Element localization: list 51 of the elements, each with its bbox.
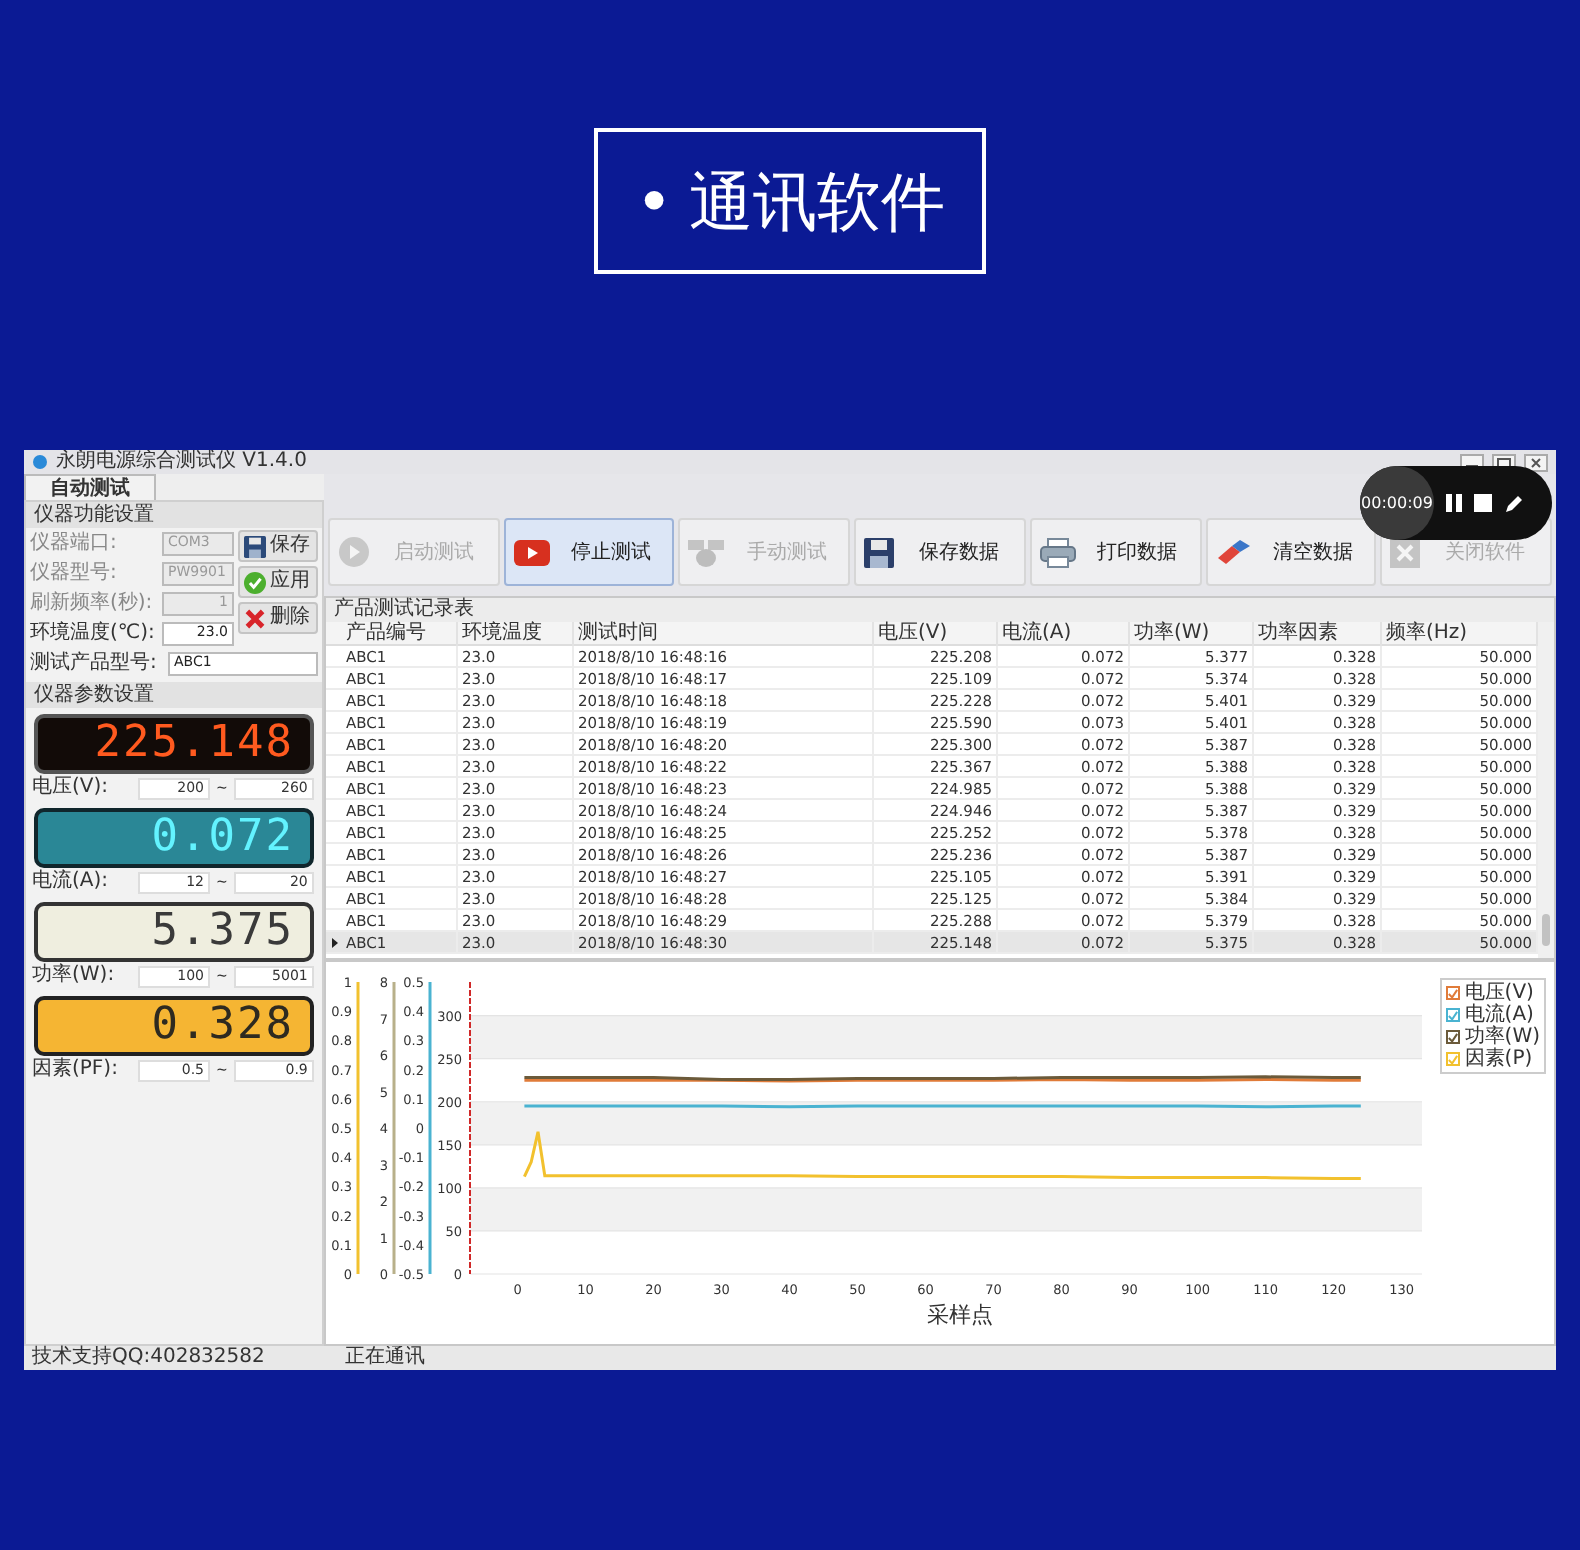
- cross-icon: [244, 607, 266, 629]
- status-text: 正在通讯: [344, 1346, 425, 1370]
- close-icon[interactable]: [1524, 453, 1548, 471]
- field-label: 环境温度(℃):: [30, 621, 157, 645]
- axis-title: 采样点: [926, 1302, 993, 1328]
- legend-label: 电压(V): [1464, 982, 1534, 1004]
- toolbar-button[interactable]: 停止测试: [503, 518, 675, 586]
- pencil-icon[interactable]: [1504, 493, 1524, 513]
- display-reading: 225.148: [94, 718, 294, 770]
- display-reading: 0.072: [151, 812, 294, 864]
- row-pointer-icon: [331, 938, 337, 948]
- display-reading: 5.375: [151, 906, 294, 958]
- printer-icon: [1039, 537, 1076, 567]
- recorder-time: 00:00:09: [1360, 466, 1434, 540]
- app-logo-icon: [32, 454, 48, 470]
- apply-button[interactable]: 应用: [238, 566, 318, 598]
- display-reading: 0.328: [151, 1000, 294, 1052]
- legend-label: 电流(A): [1464, 1004, 1534, 1026]
- delete-button[interactable]: 删除: [238, 602, 318, 634]
- pause-icon[interactable]: [1446, 494, 1462, 512]
- field-label: 仪器端口:: [30, 531, 119, 555]
- eraser-icon: [1215, 540, 1252, 564]
- range-label: 电流(A):: [32, 870, 111, 894]
- video-play-icon: [513, 539, 550, 565]
- scrollbar[interactable]: [1538, 622, 1554, 958]
- field-label: 仪器型号:: [30, 561, 119, 585]
- field-label: 测试产品型号:: [30, 651, 159, 675]
- checkmark-icon: [244, 571, 266, 593]
- toolbar-button[interactable]: 打印数据: [1029, 518, 1202, 586]
- scrollbar-thumb[interactable]: [1542, 914, 1550, 946]
- field-label: 刷新频率(秒):: [30, 591, 155, 615]
- range-label: 电压(V):: [32, 776, 111, 800]
- group-title: 仪器参数设置: [26, 682, 322, 708]
- table-title: 产品测试记录表: [326, 598, 1554, 622]
- legend-label: 功率(W): [1464, 1026, 1540, 1048]
- bullet: •: [635, 161, 673, 243]
- group-title: 仪器功能设置: [26, 502, 322, 528]
- legend-checkbox[interactable]: [1446, 1008, 1461, 1022]
- legend-checkbox[interactable]: [1446, 1030, 1461, 1044]
- toolbar-button[interactable]: 清空数据: [1205, 518, 1377, 586]
- heading: 通讯软件: [688, 161, 945, 243]
- play-icon: [338, 536, 370, 568]
- close-icon: [1390, 537, 1421, 567]
- save-button[interactable]: 保存: [238, 530, 318, 562]
- legend-label: 因素(P): [1464, 1048, 1533, 1070]
- tab[interactable]: 自动测试: [24, 474, 156, 500]
- toolbar-button[interactable]: 保存数据: [854, 518, 1026, 586]
- range-label: 因素(PF):: [32, 1058, 120, 1082]
- status-text: 技术支持QQ:402832582: [32, 1346, 265, 1370]
- range-label: 功率(W):: [32, 964, 117, 988]
- legend-checkbox[interactable]: [1446, 986, 1461, 1000]
